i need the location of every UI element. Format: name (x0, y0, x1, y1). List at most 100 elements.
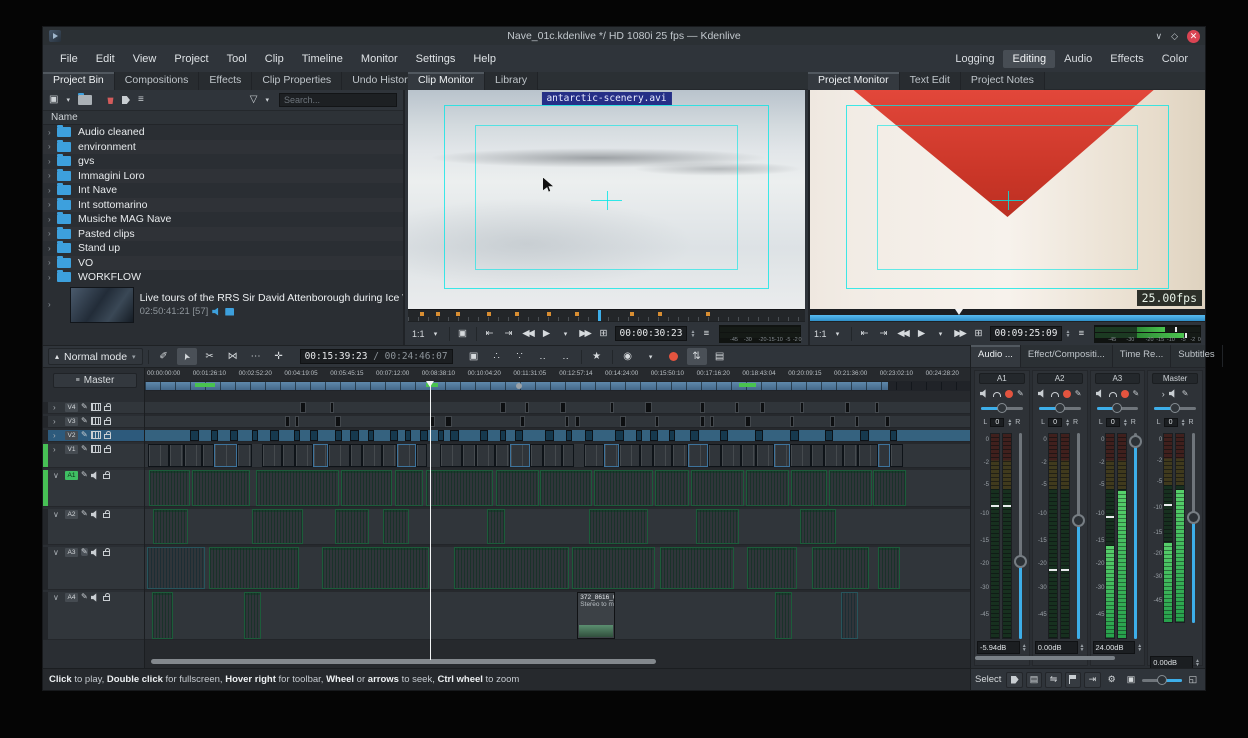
audio-track-icon[interactable] (91, 593, 100, 602)
chevron-right-icon[interactable]: › (48, 273, 57, 282)
balance-spinner[interactable]: ▲▼ (1007, 419, 1012, 427)
slip-tool-icon[interactable]: ✛ (269, 348, 289, 365)
video-track-icon[interactable] (91, 403, 101, 411)
timeline-clip[interactable] (594, 470, 653, 506)
lock-icon[interactable] (103, 596, 110, 601)
timeline-clip[interactable] (645, 402, 652, 413)
mixer-tab-time-re-[interactable]: Time Re... (1113, 345, 1171, 367)
track-name-badge[interactable]: V4 (65, 403, 78, 412)
tab-project-notes[interactable]: Project Notes (961, 72, 1045, 90)
balance-spinner[interactable]: ▲▼ (1065, 419, 1070, 427)
timeline-clip[interactable] (445, 416, 452, 427)
titlebar[interactable]: Nave_01c.kdenlive */ HD 1080i 25 fps — K… (43, 27, 1205, 45)
marker[interactable] (487, 312, 491, 316)
timeline-clip[interactable] (525, 402, 529, 413)
timeline-clip[interactable] (636, 430, 643, 441)
timeline-clip[interactable] (285, 416, 290, 427)
chevron-down-icon[interactable]: ∨ (53, 510, 62, 519)
balance-value[interactable]: 0 (1106, 418, 1120, 427)
timeline-clip[interactable] (295, 416, 299, 427)
thumbnails-icon[interactable]: ▣ (464, 348, 484, 365)
audio-track-icon[interactable] (91, 471, 100, 480)
tab-project-bin[interactable]: Project Bin (43, 72, 115, 90)
mute-icon[interactable] (1038, 389, 1047, 398)
timeline-clip[interactable] (515, 430, 523, 441)
zone-end-icon[interactable]: ⇥ (501, 326, 517, 342)
timeline-clip[interactable] (426, 470, 494, 506)
track-effects-icon[interactable]: ✎ (81, 510, 88, 518)
monitor-menu-icon[interactable]: ≡ (1073, 326, 1089, 342)
timeline-clip[interactable] (335, 416, 341, 427)
rewind-icon[interactable]: ◀◀ (520, 326, 536, 342)
timeline-clip[interactable] (841, 592, 858, 639)
lock-icon[interactable] (104, 420, 111, 425)
timeline-clip[interactable] (395, 470, 423, 506)
timeline-clip[interactable] (565, 416, 569, 427)
spacer-tool-icon[interactable]: ⋈ (223, 348, 243, 365)
bin-folder-row[interactable]: ›environment (43, 140, 403, 155)
tab-clip-monitor[interactable]: Clip Monitor (408, 72, 485, 90)
collapse-icon[interactable]: › (1162, 389, 1165, 399)
rewind-icon[interactable]: ◀◀ (895, 326, 911, 342)
volume-fader[interactable] (1070, 433, 1085, 639)
timeline-clip[interactable] (620, 416, 626, 427)
chevron-right-icon[interactable]: › (48, 244, 57, 253)
filter-dropdown-icon[interactable]: ▾ (265, 97, 269, 104)
timeline-clip[interactable] (562, 444, 574, 467)
timeline-clip[interactable] (790, 430, 799, 441)
zone-end-icon[interactable]: ⇥ (876, 326, 892, 342)
zoom-level[interactable]: 1:1 (814, 329, 827, 339)
insert-track-icon[interactable]: ∵ (510, 348, 530, 365)
timeline-clip[interactable] (202, 444, 214, 467)
timeline-clip[interactable] (438, 430, 445, 441)
timeline-clip[interactable] (496, 470, 539, 506)
timeline-clip[interactable] (878, 444, 890, 467)
forward-icon[interactable]: ▶▶ (577, 326, 593, 342)
forward-icon[interactable]: ▶▶ (952, 326, 968, 342)
track-name-badge[interactable]: A1 (65, 471, 78, 480)
timeline-clip[interactable] (745, 416, 751, 427)
timeline-clip[interactable] (655, 470, 690, 506)
timeline-clip[interactable] (708, 444, 721, 467)
mute-icon[interactable] (1096, 389, 1105, 398)
timeline-clip[interactable] (858, 444, 878, 467)
bin-folder-row[interactable]: ›Musiche MAG Nave (43, 212, 403, 227)
pan-slider[interactable] (1154, 403, 1196, 413)
timeline-clip[interactable] (790, 444, 811, 467)
timeline-clip[interactable] (890, 444, 903, 467)
timeline-clip[interactable] (572, 547, 655, 589)
seek-playhead[interactable] (955, 309, 963, 315)
timeline-clip[interactable] (584, 444, 604, 467)
track-lane-a3[interactable] (145, 547, 970, 590)
timeline-clip[interactable] (696, 509, 739, 544)
chevron-right-icon[interactable]: › (48, 142, 57, 151)
timeline-clip[interactable] (710, 416, 714, 427)
timeline-clip[interactable]: 372_8616_0Stereo to m (577, 592, 615, 639)
target-track-indicator[interactable] (43, 509, 48, 544)
timeline-clip[interactable] (335, 509, 370, 544)
fader-knob[interactable] (1187, 511, 1200, 524)
marker[interactable] (547, 312, 551, 316)
tab-project-monitor[interactable]: Project Monitor (808, 72, 900, 90)
pan-knob[interactable] (1055, 403, 1065, 413)
lock-icon[interactable] (103, 474, 110, 479)
timeline-clip[interactable] (454, 547, 570, 589)
clip-monitor-seekbar[interactable] (408, 309, 805, 321)
timeline-clip[interactable] (619, 444, 640, 467)
timeline-clip[interactable] (774, 444, 790, 467)
track-header-v2[interactable]: ›V2✎ (43, 430, 144, 442)
timeline-playhead[interactable] (430, 381, 431, 660)
delete-icon[interactable] (107, 96, 114, 104)
timeline-clip[interactable] (487, 509, 505, 544)
bin-clip-row[interactable]: ›Live tours of the RRS Sir David Attenbo… (43, 285, 403, 325)
tag-icon[interactable] (1006, 672, 1022, 688)
timeline-clip[interactable] (791, 470, 827, 506)
target-track-indicator[interactable] (43, 547, 48, 589)
timeline-clip[interactable] (480, 430, 488, 441)
clip-monitor-video[interactable]: antarctic-scenery.avi (408, 90, 805, 309)
timeline-clip[interactable] (545, 430, 554, 441)
pan-knob[interactable] (1112, 403, 1122, 413)
clip-monitor-playhead[interactable] (598, 310, 601, 321)
effects-icon[interactable]: ✎ (1182, 390, 1189, 398)
menu-timeline[interactable]: Timeline (293, 50, 352, 68)
